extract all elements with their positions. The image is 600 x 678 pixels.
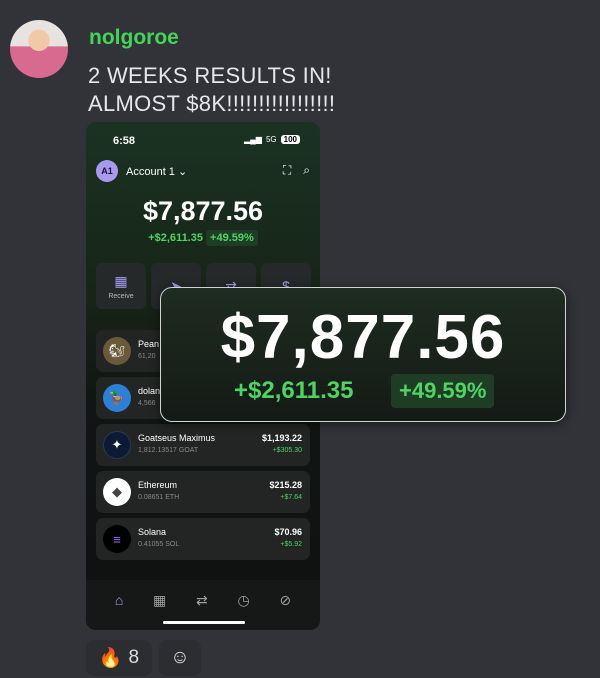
network-label: 5G [265, 135, 277, 144]
zoom-overlay: $7,877.56 +$2,611.35 +49.59% [160, 287, 566, 422]
history-icon: ◷ [237, 591, 250, 608]
token-icon: 🐿 [103, 337, 131, 365]
token-icon: ✦ [103, 431, 131, 459]
grid-icon: ▦ [153, 591, 167, 608]
qr-icon: ▦ [114, 272, 128, 289]
change-amount: +$2,611.35 [148, 232, 203, 244]
solana-icon: ≡ [103, 525, 131, 553]
token-amount: 0.08651 ETH [138, 494, 180, 501]
username[interactable]: nolgoroe [89, 26, 179, 50]
zoom-change-amount: +$2,611.35 [234, 377, 354, 404]
battery-badge: 100 [280, 135, 300, 144]
chevron-down-icon: ⌄ [177, 166, 188, 178]
token-amount: 61,20 [138, 353, 156, 360]
token-row: ≡ Solana 0.41055 SOL $70.96 +$5.92 [96, 518, 310, 560]
explore-icon: ⊘ [279, 591, 292, 608]
smile-icon: ☺ [170, 647, 190, 668]
account-avatar: A1 [96, 160, 118, 182]
add-reaction-button[interactable]: ☺ [159, 640, 201, 676]
reaction-count: 8 [128, 647, 140, 668]
token-amount: 0.41055 SOL [138, 541, 180, 548]
token-amount: 4,566 [138, 400, 156, 407]
token-name: Pean [138, 339, 160, 349]
swap-icon: ⇄ [196, 591, 208, 608]
token-row: ◆ Ethereum 0.08651 ETH $215.28 +$7.64 [96, 471, 310, 513]
scan-icon: ⛶ [282, 163, 292, 177]
token-name: Goatseus Maximus [138, 433, 216, 443]
receive-button: ▦ Receive [96, 263, 146, 309]
reaction-fire[interactable]: 🔥 8 [86, 640, 152, 676]
home-indicator [163, 621, 245, 624]
account-selector: Account 1 ⌄ [126, 165, 187, 178]
token-icon: 🦆 [103, 384, 131, 412]
token-name: dolan [138, 386, 161, 396]
token-amount: 1,812.13517 GOAT [138, 447, 199, 454]
balance-total: $7,877.56 [142, 196, 264, 226]
account-icons: ⛶ ⌕ [283, 163, 310, 178]
receive-label: Receive [108, 292, 134, 300]
status-bar-right: ▂▄▆ 5G 100 [244, 135, 300, 144]
zoom-change-percent: +49.59% [391, 374, 495, 408]
token-row: ✦ Goatseus Maximus 1,812.13517 GOAT $1,1… [96, 424, 310, 466]
token-value: $70.96 [274, 527, 302, 537]
token-name: Ethereum [138, 480, 178, 490]
token-change: +$5.92 [280, 541, 302, 548]
token-value: $1,193.22 [261, 433, 302, 443]
change-percent: +49.59% [206, 230, 258, 246]
message-line-1: 2 WEEKS RESULTS IN! [88, 63, 332, 88]
token-name: Solana [138, 527, 167, 537]
ethereum-icon: ◆ [103, 478, 131, 506]
account-name: Account 1 [126, 166, 175, 178]
status-time: 6:58 [113, 135, 136, 147]
signal-icon: ▂▄▆ [243, 135, 262, 144]
message-line-2: ALMOST $8K!!!!!!!!!!!!!!!!! [88, 91, 336, 116]
home-icon: ⌂ [114, 592, 124, 608]
search-icon: ⌕ [303, 163, 310, 177]
token-change: +$305.30 [272, 447, 302, 454]
token-value: $215.28 [269, 480, 302, 490]
token-change: +$7.64 [280, 494, 302, 501]
zoom-balance: $7,877.56 [220, 303, 506, 372]
user-avatar[interactable] [10, 20, 68, 78]
fire-emoji: 🔥 [98, 648, 123, 669]
balance-change: +$2,611.35 +49.59% [86, 230, 320, 246]
